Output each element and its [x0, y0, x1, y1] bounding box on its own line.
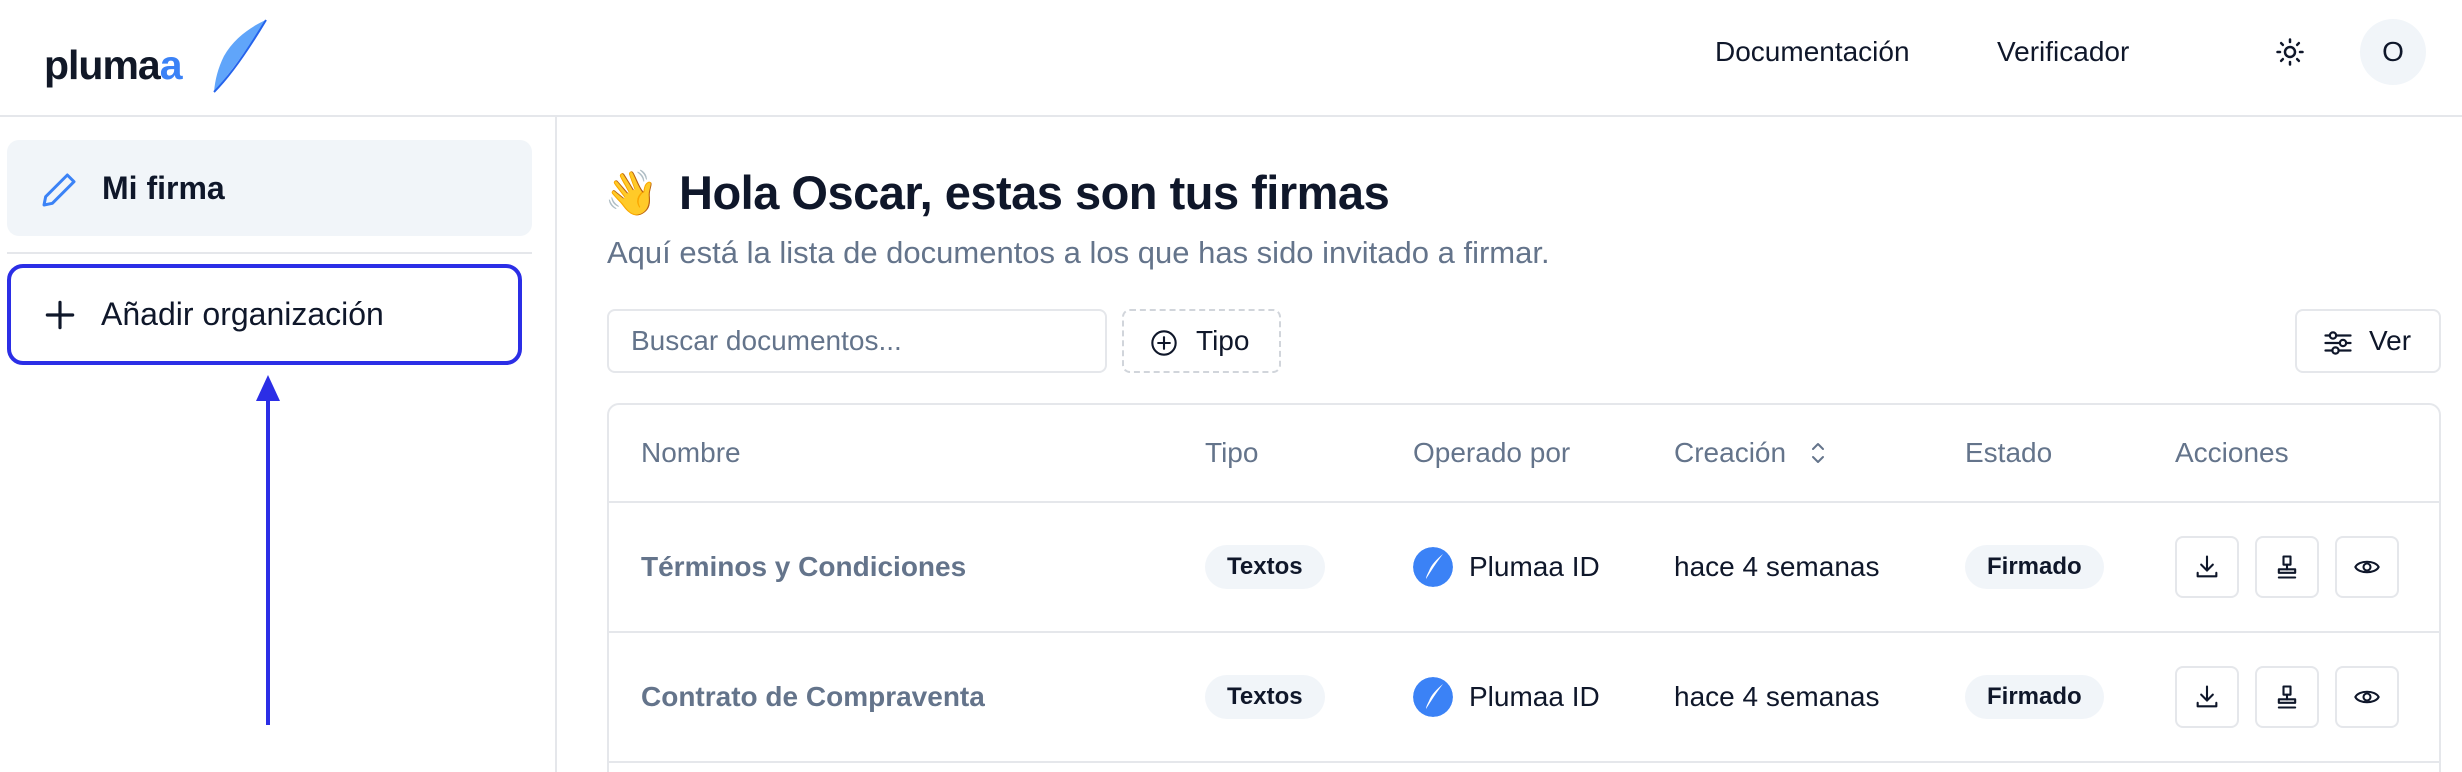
add-organization-button[interactable]: Añadir organización — [7, 264, 522, 365]
created-date: hace 4 semanas — [1674, 551, 1880, 582]
type-cell: Textos — [1205, 633, 1325, 761]
column-header-created-label: Creación — [1674, 437, 1787, 468]
sidebar-item-label: Mi firma — [102, 169, 225, 206]
sidebar-item-label: Añadir organización — [101, 296, 384, 332]
download-button[interactable] — [2175, 666, 2239, 728]
eye-icon — [2354, 690, 2380, 704]
stamp-button[interactable] — [2255, 666, 2319, 728]
view-document-button[interactable] — [2335, 536, 2399, 598]
sidebar: Mi firma Añadir organización — [0, 117, 557, 772]
column-header-actions: Acciones — [2175, 437, 2289, 468]
state-cell: Firmado — [1965, 503, 2104, 631]
sort-icon — [1812, 443, 1825, 463]
column-header-state[interactable]: Estado — [1965, 405, 2052, 501]
state-cell: Firmado — [1965, 633, 2104, 761]
status-badge: Firmado — [1965, 675, 2104, 719]
pen-icon — [42, 173, 76, 207]
operator-cell: Plumaa ID — [1413, 503, 1600, 631]
document-name[interactable]: Contrato de Compraventa — [641, 633, 985, 761]
main-content: 👋 Hola Oscar, estas son tus firmas Aquí … — [557, 117, 2462, 772]
view-document-button[interactable] — [2335, 666, 2399, 728]
table-row[interactable]: Términos y Condiciones Textos Plumaa ID … — [609, 503, 2439, 633]
plus-icon — [45, 300, 75, 330]
column-header-type[interactable]: Tipo — [1205, 405, 1258, 501]
plumaa-id-logo-icon — [1413, 677, 1453, 717]
wave-emoji: 👋 — [604, 169, 659, 218]
column-header-name[interactable]: Nombre — [641, 405, 741, 501]
status-badge: Firmado — [1965, 545, 2104, 589]
annotation-arrow-up — [256, 375, 280, 725]
operator-cell: Plumaa ID — [1413, 633, 1600, 761]
logo-wordmark: plumaa — [44, 42, 183, 88]
top-header: plumaa Documentación Verificador O — [0, 0, 2462, 117]
actions-cell — [2175, 503, 2415, 631]
download-icon — [2196, 685, 2218, 708]
theme-toggle-button[interactable] — [2268, 30, 2312, 74]
page-title: Hola Oscar, estas son tus firmas — [679, 166, 1390, 219]
stamp-button[interactable] — [2255, 536, 2319, 598]
column-header-operated-by[interactable]: Operado por — [1413, 405, 1570, 501]
document-name[interactable]: Términos y Condiciones — [641, 503, 966, 631]
type-cell: Textos — [1205, 503, 1325, 631]
search-documents-input[interactable] — [607, 309, 1107, 373]
download-icon — [2196, 555, 2218, 578]
operator-name: Plumaa ID — [1469, 681, 1600, 712]
actions-cell — [2175, 633, 2415, 761]
plus-circle-icon — [1151, 330, 1177, 356]
sun-icon — [2276, 38, 2304, 66]
operator-name: Plumaa ID — [1469, 551, 1600, 582]
documents-table: Nombre Tipo Operado por Creación Estado … — [607, 403, 2441, 772]
view-button-label: Ver — [2369, 325, 2412, 356]
feather-icon — [213, 19, 267, 93]
plumaa-id-logo-icon — [1413, 547, 1453, 587]
sidebar-item-my-signature[interactable]: Mi firma — [7, 140, 532, 236]
view-options-button[interactable]: Ver — [2295, 309, 2441, 373]
plumaa-logo[interactable]: plumaa — [44, 16, 267, 96]
created-date: hace 4 semanas — [1674, 681, 1880, 712]
type-badge: Textos — [1205, 675, 1325, 719]
download-button[interactable] — [2175, 536, 2239, 598]
eye-icon — [2354, 560, 2380, 574]
row-divider — [609, 761, 2439, 763]
type-filter-button[interactable]: Tipo — [1122, 309, 1281, 373]
nav-verifier[interactable]: Verificador — [1997, 30, 2129, 74]
page-subtitle: Aquí está la lista de documentos a los q… — [607, 235, 1550, 270]
stamp-icon — [2277, 555, 2297, 579]
nav-documentation[interactable]: Documentación — [1715, 30, 1910, 74]
type-filter-label: Tipo — [1196, 325, 1250, 356]
column-header-created[interactable]: Creación — [1674, 405, 1828, 501]
sidebar-divider — [7, 252, 532, 254]
table-row[interactable]: Contrato de Compraventa Textos Plumaa ID… — [609, 633, 2439, 763]
user-avatar[interactable]: O — [2360, 19, 2426, 85]
stamp-icon — [2277, 685, 2297, 709]
sliders-icon — [2324, 331, 2352, 355]
type-badge: Textos — [1205, 545, 1325, 589]
